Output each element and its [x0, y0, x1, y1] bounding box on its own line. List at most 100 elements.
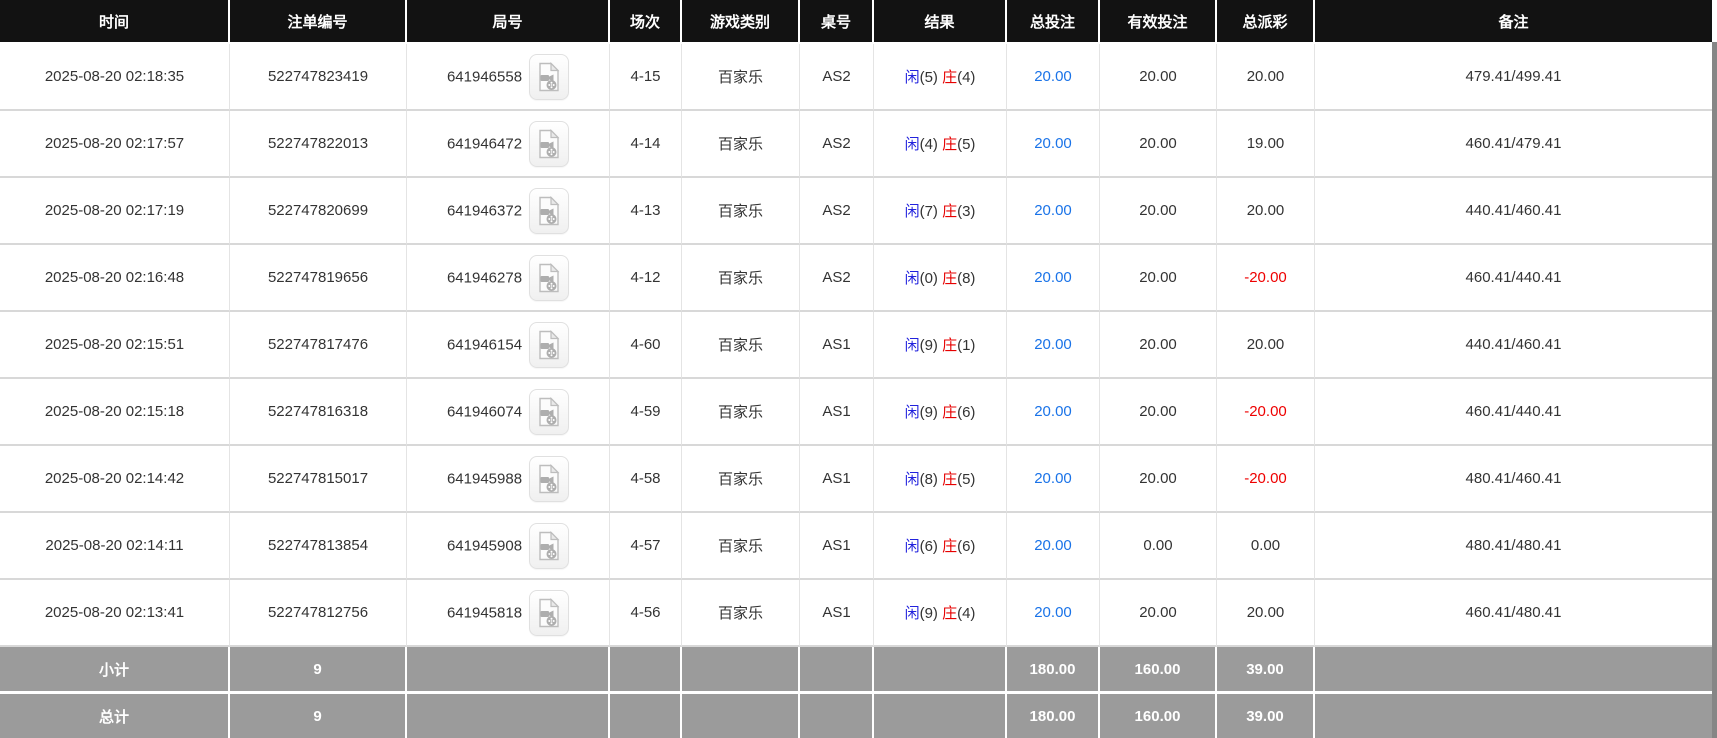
video-file-icon: [539, 329, 560, 359]
round-cell: 641946154: [407, 312, 610, 379]
total-bet-link[interactable]: 20.00: [1034, 470, 1072, 487]
total-bet-link[interactable]: 20.00: [1034, 403, 1072, 420]
total-bet-cell: 20.00: [1007, 580, 1100, 647]
total-bet-cell: 20.00: [1007, 312, 1100, 379]
payout-cell: 20.00: [1217, 312, 1315, 379]
video-file-icon: [539, 128, 560, 158]
total-row: 总计 9 180.00 160.00 39.00: [0, 694, 1712, 738]
player-label: 闲: [904, 605, 920, 622]
payout-cell: -20.00: [1217, 446, 1315, 513]
player-label: 闲: [904, 136, 920, 153]
table-no-cell: AS2: [800, 178, 874, 245]
table-row: 2025-08-20 02:16:48 522747819656 641946278…: [0, 245, 1712, 312]
session-cell: 4-57: [610, 513, 682, 580]
result-cell: 闲(8) 庄(5): [874, 446, 1007, 513]
remark-cell: 460.41/480.41: [1315, 580, 1712, 647]
col-header-valid-bet: 有效投注: [1100, 0, 1217, 44]
bet-id-cell: 522747820699: [230, 178, 407, 245]
table-no-cell: AS1: [800, 312, 874, 379]
vertical-scrollbar[interactable]: [1712, 42, 1717, 738]
video-replay-button[interactable]: [529, 321, 570, 368]
total-count: 9: [230, 694, 407, 738]
subtotal-empty-cell: [407, 647, 610, 694]
subtotal-empty-cell: [610, 647, 682, 694]
round-id: 641946472: [446, 135, 523, 152]
video-replay-button[interactable]: [529, 455, 570, 502]
total-bet-cell: 20.00: [1007, 446, 1100, 513]
video-file-icon: [539, 396, 560, 426]
valid-bet-cell: 20.00: [1100, 245, 1217, 312]
table-header: 时间 注单编号 局号 场次 游戏类别 桌号 结果 总投注 有效投注 总派彩 备注: [0, 0, 1712, 44]
session-cell: 4-12: [610, 245, 682, 312]
remark-cell: 479.41/499.41: [1315, 44, 1712, 111]
total-empty-cell: [407, 694, 610, 738]
col-header-game-type: 游戏类别: [682, 0, 800, 44]
video-replay-button[interactable]: [529, 187, 570, 234]
game-type-cell: 百家乐: [682, 513, 800, 580]
valid-bet-cell: 20.00: [1100, 379, 1217, 446]
banker-label: 庄: [942, 136, 958, 153]
total-bet-link[interactable]: 20.00: [1034, 135, 1072, 152]
total-empty-cell: [874, 694, 1007, 738]
result-cell: 闲(9) 庄(4): [874, 580, 1007, 647]
col-header-time: 时间: [0, 0, 230, 44]
round-cell: 641946472: [407, 111, 610, 178]
player-label: 闲: [904, 203, 920, 220]
video-replay-button[interactable]: [529, 388, 570, 435]
subtotal-label: 小计: [0, 647, 230, 694]
round-cell: 641946074: [407, 379, 610, 446]
col-header-table-no: 桌号: [800, 0, 874, 44]
total-bet-link[interactable]: 20.00: [1034, 336, 1072, 353]
col-header-result: 结果: [874, 0, 1007, 44]
total-empty-cell: [610, 694, 682, 738]
table-row: 2025-08-20 02:14:42 522747815017 641945988…: [0, 446, 1712, 513]
bet-records-page: 时间 注单编号 局号 场次 游戏类别 桌号 结果 总投注 有效投注 总派彩 备注…: [0, 0, 1717, 738]
bet-id-cell: 522747813854: [230, 513, 407, 580]
total-bet-link[interactable]: 20.00: [1034, 537, 1072, 554]
video-replay-button[interactable]: [529, 53, 570, 100]
total-bet-link[interactable]: 20.00: [1034, 202, 1072, 219]
video-replay-button[interactable]: [529, 120, 570, 167]
round-id: 641946074: [446, 403, 523, 420]
table-no-cell: AS2: [800, 111, 874, 178]
valid-bet-cell: 0.00: [1100, 513, 1217, 580]
game-type-cell: 百家乐: [682, 111, 800, 178]
total-total-bet: 180.00: [1007, 694, 1100, 738]
result-cell: 闲(5) 庄(4): [874, 44, 1007, 111]
total-bet-link[interactable]: 20.00: [1034, 604, 1072, 621]
video-replay-button[interactable]: [529, 254, 570, 301]
session-cell: 4-58: [610, 446, 682, 513]
valid-bet-cell: 20.00: [1100, 44, 1217, 111]
bet-id-cell: 522747816318: [230, 379, 407, 446]
video-replay-button[interactable]: [529, 522, 570, 569]
time-cell: 2025-08-20 02:17:57: [0, 111, 230, 178]
table-no-cell: AS1: [800, 379, 874, 446]
table-row: 2025-08-20 02:15:18 522747816318 641946074…: [0, 379, 1712, 446]
bet-id-cell: 522747819656: [230, 245, 407, 312]
round-id: 641945908: [446, 537, 523, 554]
payout-cell: -20.00: [1217, 245, 1315, 312]
video-replay-button[interactable]: [529, 589, 570, 636]
time-cell: 2025-08-20 02:17:19: [0, 178, 230, 245]
subtotal-empty-cell: [682, 647, 800, 694]
valid-bet-cell: 20.00: [1100, 580, 1217, 647]
game-type-cell: 百家乐: [682, 312, 800, 379]
session-cell: 4-15: [610, 44, 682, 111]
payout-cell: 20.00: [1217, 44, 1315, 111]
banker-label: 庄: [942, 538, 958, 555]
total-bet-link[interactable]: 20.00: [1034, 269, 1072, 286]
table-row: 2025-08-20 02:17:19 522747820699 641946372…: [0, 178, 1712, 245]
total-bet-link[interactable]: 20.00: [1034, 68, 1072, 85]
remark-cell: 440.41/460.41: [1315, 312, 1712, 379]
time-cell: 2025-08-20 02:15:18: [0, 379, 230, 446]
round-cell: 641946278: [407, 245, 610, 312]
round-id: 641946558: [446, 68, 523, 85]
payout-cell: 20.00: [1217, 178, 1315, 245]
bet-id-cell: 522747815017: [230, 446, 407, 513]
bet-id-cell: 522747812756: [230, 580, 407, 647]
game-type-cell: 百家乐: [682, 44, 800, 111]
player-label: 闲: [904, 538, 920, 555]
banker-label: 庄: [942, 203, 958, 220]
bet-id-cell: 522747822013: [230, 111, 407, 178]
table-row: 2025-08-20 02:18:35 522747823419 641946558…: [0, 44, 1712, 111]
